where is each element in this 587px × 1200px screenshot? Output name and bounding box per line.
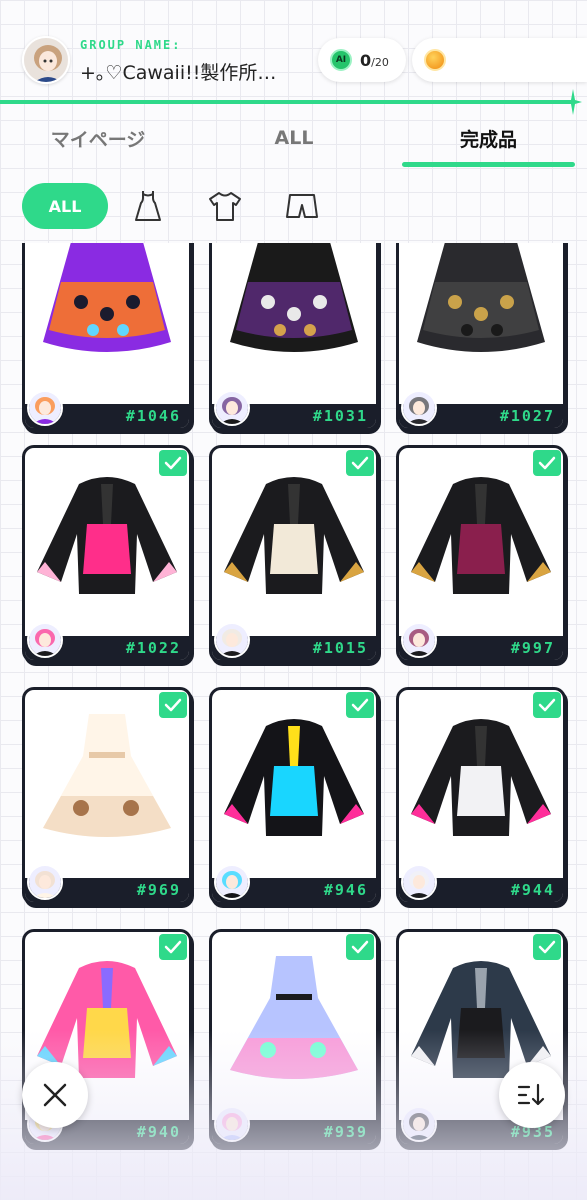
check-icon (533, 692, 561, 718)
item-card[interactable]: #939 (209, 929, 379, 1147)
outfit-image (411, 719, 551, 836)
sort-button[interactable] (499, 1062, 565, 1128)
item-number: #969 (136, 881, 181, 899)
outfit-image (37, 477, 177, 594)
check-icon (533, 450, 561, 476)
ai-credit-counter[interactable]: AI 0/20 (318, 38, 406, 82)
coin-icon (424, 49, 446, 71)
dress-icon[interactable] (130, 188, 166, 224)
item-number: #939 (323, 1123, 368, 1141)
item-card[interactable]: #1015 (209, 445, 379, 663)
outfit-image (224, 477, 364, 594)
tab-completed[interactable]: 完成品 (402, 112, 575, 164)
creator-avatar[interactable] (214, 864, 250, 900)
shorts-icon[interactable] (284, 188, 320, 224)
creator-avatar[interactable] (401, 1106, 437, 1142)
group-name-label: GROUP NAME: (80, 38, 182, 52)
creator-avatar[interactable] (401, 864, 437, 900)
item-card[interactable]: #944 (396, 687, 566, 905)
item-number: #940 (136, 1123, 181, 1141)
group-name[interactable]: +｡♡Cawaii!!製作所… (80, 58, 305, 85)
creator-avatar[interactable] (401, 622, 437, 658)
item-card[interactable]: #997 (396, 445, 566, 663)
creator-avatar[interactable] (27, 864, 63, 900)
outfit-image (43, 714, 171, 837)
item-number: #1027 (499, 407, 555, 425)
check-icon (346, 692, 374, 718)
item-number: #1022 (125, 639, 181, 657)
outfit-image (411, 477, 551, 594)
item-number: #946 (323, 881, 368, 899)
item-card[interactable]: #1027 (396, 243, 566, 431)
creator-avatar[interactable] (27, 390, 63, 426)
shirt-icon[interactable] (207, 188, 243, 224)
outfit-image (230, 956, 358, 1079)
completed-items-grid[interactable]: #1046 #1031 #1027 #1022 #1015 #997 #969 … (0, 243, 587, 1200)
item-number: #944 (510, 881, 555, 899)
item-card[interactable]: #969 (22, 687, 192, 905)
ai-credit-count: 0/20 (360, 51, 389, 70)
item-number: #1046 (125, 407, 181, 425)
tab-mypage[interactable]: マイページ (0, 112, 196, 164)
ai-icon: AI (330, 49, 352, 71)
creator-avatar[interactable] (401, 390, 437, 426)
outfit-image (224, 719, 364, 836)
item-card[interactable]: #1022 (22, 445, 192, 663)
check-icon (159, 450, 187, 476)
close-icon (43, 1083, 67, 1107)
check-icon (533, 934, 561, 960)
creator-avatar[interactable] (214, 390, 250, 426)
check-icon (159, 692, 187, 718)
check-icon (159, 934, 187, 960)
coin-counter[interactable] (412, 38, 587, 82)
filter-all-button[interactable]: ALL (22, 183, 108, 229)
group-avatar[interactable] (22, 36, 70, 84)
tab-bar: マイページ ALL 完成品 (0, 112, 587, 168)
creator-avatar[interactable] (214, 622, 250, 658)
check-icon (346, 934, 374, 960)
item-number: #997 (510, 639, 555, 657)
outfit-image (230, 243, 358, 352)
header: GROUP NAME: +｡♡Cawaii!!製作所… AI 0/20 (0, 0, 587, 115)
ai-count-total: /20 (371, 55, 389, 69)
item-card[interactable]: #1031 (209, 243, 379, 431)
item-number: #1015 (312, 639, 368, 657)
sort-icon (517, 1083, 545, 1106)
close-button[interactable] (22, 1062, 88, 1128)
item-card[interactable]: #946 (209, 687, 379, 905)
creator-avatar[interactable] (27, 622, 63, 658)
outfit-image (43, 243, 171, 352)
item-card[interactable]: #1046 (22, 243, 192, 431)
active-tab-indicator (402, 162, 575, 167)
outfit-image (417, 243, 545, 352)
check-icon (346, 450, 374, 476)
ai-count-value: 0 (360, 50, 372, 70)
item-number: #1031 (312, 407, 368, 425)
header-divider (0, 100, 575, 104)
tab-all[interactable]: ALL (196, 112, 392, 164)
creator-avatar[interactable] (214, 1106, 250, 1142)
